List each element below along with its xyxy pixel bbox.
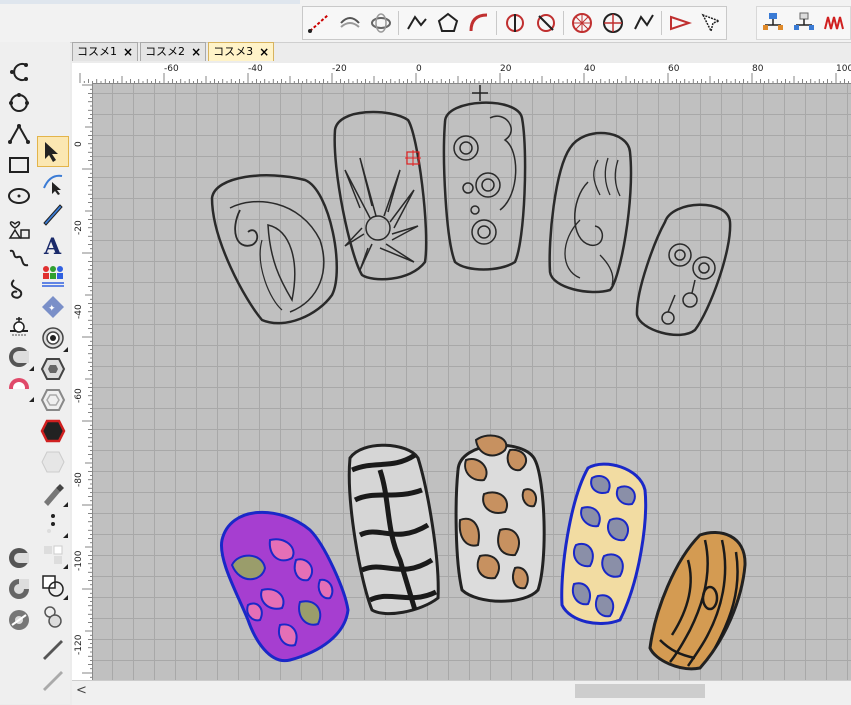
horizontal-scrollbar[interactable]: < xyxy=(72,680,851,705)
scroll-thumb[interactable] xyxy=(575,684,705,698)
nail-zebra[interactable] xyxy=(347,443,440,616)
nail-designs xyxy=(210,85,747,671)
nail-outline-swirl[interactable] xyxy=(548,131,633,294)
nail-purple-leopard[interactable] xyxy=(219,510,350,663)
nail-outline-blossom[interactable] xyxy=(635,203,732,337)
nail-wood-grain[interactable] xyxy=(648,531,747,671)
nail-outline-sunflower[interactable] xyxy=(333,110,428,281)
origin-marker-icon xyxy=(405,150,421,166)
move-cursor-icon xyxy=(472,85,488,101)
nail-beige-leopard[interactable] xyxy=(560,462,648,625)
nail-outline-flowers[interactable] xyxy=(442,101,527,271)
nail-tan-leopard[interactable] xyxy=(454,434,546,603)
nail-outline-paisley[interactable] xyxy=(210,174,339,325)
scroll-left-arrow[interactable]: < xyxy=(76,683,87,698)
